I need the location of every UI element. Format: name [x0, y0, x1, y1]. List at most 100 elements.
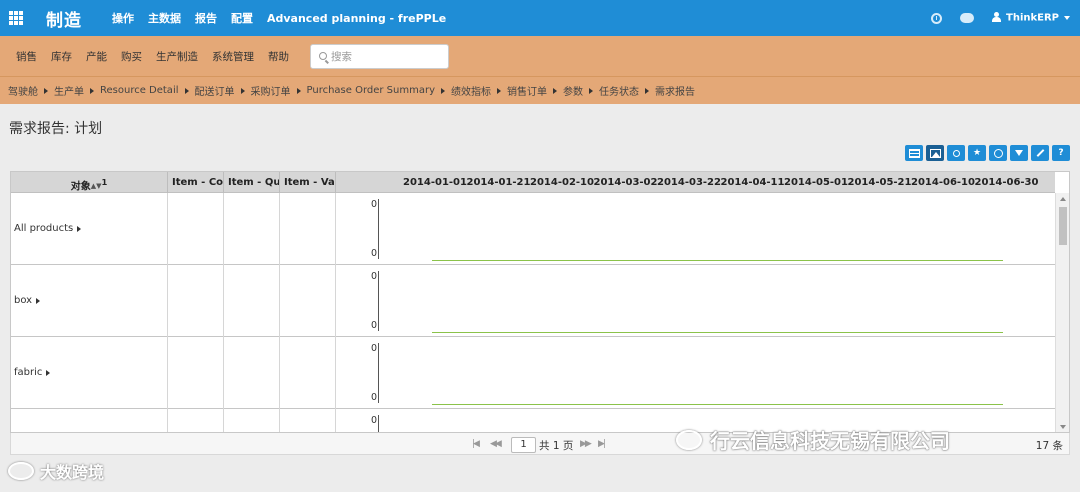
- record-count: 17 条: [1035, 440, 1063, 452]
- expand-caret-icon[interactable]: [36, 297, 41, 304]
- date-header: 2014-01-21: [466, 177, 531, 188]
- breadcrumb-item[interactable]: 采购订单: [251, 83, 291, 98]
- scroll-down-icon[interactable]: [1060, 425, 1066, 429]
- download-icon: [1015, 150, 1023, 156]
- help-button[interactable]: ?: [1052, 145, 1070, 161]
- row-label-text: fabric: [14, 367, 43, 378]
- breadcrumb-separator-icon: [553, 87, 558, 94]
- series-line: [432, 260, 1003, 261]
- column-header-item-cost[interactable]: Item - Cost: [168, 172, 224, 193]
- menu-item-purchase[interactable]: 购买: [121, 49, 142, 64]
- date-header: 2014-03-22: [657, 177, 721, 188]
- table-icon: [908, 148, 920, 158]
- grid-cell: [224, 265, 280, 337]
- grid-cell-object: [11, 409, 168, 432]
- wechat-icon: [676, 429, 702, 450]
- column-header-object-label: 对象: [70, 181, 91, 193]
- grid-cell: [168, 337, 224, 409]
- row-label[interactable]: box: [14, 295, 41, 306]
- grid-cell: [224, 409, 280, 432]
- menu-item-manufacturing[interactable]: 生产制造: [156, 49, 198, 64]
- graph-view-button[interactable]: [926, 145, 944, 161]
- expand-caret-icon[interactable]: [46, 369, 51, 376]
- table-view-button[interactable]: [905, 145, 923, 161]
- grid-cell: [280, 409, 336, 432]
- top-menu-reports[interactable]: 报告: [195, 10, 217, 26]
- breadcrumb-item[interactable]: Resource Detail: [100, 85, 179, 96]
- breadcrumb-separator-icon: [589, 87, 594, 94]
- date-header: 2014-06-10: [911, 177, 975, 188]
- filter-button[interactable]: [947, 145, 965, 161]
- top-right-area: ThinkERP: [931, 0, 1070, 36]
- chat-icon[interactable]: [960, 13, 974, 23]
- star-icon: ★: [972, 148, 982, 158]
- column-header-object[interactable]: 对象▲▼1: [11, 172, 168, 193]
- breadcrumb-item[interactable]: 驾驶舱: [8, 83, 38, 98]
- y-axis-min-label: 0: [371, 320, 378, 331]
- app-brand[interactable]: 制造: [46, 6, 82, 31]
- breadcrumb-separator-icon: [441, 87, 446, 94]
- breadcrumb-item[interactable]: Purchase Order Summary: [307, 85, 436, 96]
- report-toolbar: ★ ?: [905, 145, 1070, 161]
- top-navbar: 制造 操作 主数据 报告 配置 Advanced planning - freP…: [0, 0, 1080, 36]
- top-menu-master-data[interactable]: 主数据: [148, 10, 181, 26]
- grid-header: 对象▲▼1 Item - Cost Item - Quantity Item -…: [11, 172, 1055, 193]
- prev-page-icon[interactable]: ◀◀: [490, 439, 502, 449]
- breadcrumb-separator-icon: [184, 87, 189, 94]
- weibo-icon: [8, 462, 34, 480]
- menu-item-help[interactable]: 帮助: [268, 49, 289, 64]
- menu-item-inventory[interactable]: 库存: [51, 49, 72, 64]
- favorite-button[interactable]: ★: [968, 145, 986, 161]
- scroll-thumb[interactable]: [1059, 207, 1067, 245]
- breadcrumb-item[interactable]: 绩效指标: [451, 83, 491, 98]
- breadcrumb-item[interactable]: 配送订单: [195, 83, 235, 98]
- top-menu-operations[interactable]: 操作: [112, 10, 134, 26]
- y-axis-line: [378, 343, 379, 403]
- menu-item-capacity[interactable]: 产能: [86, 49, 107, 64]
- page-number-input[interactable]: 1: [511, 437, 536, 453]
- breadcrumb-item[interactable]: 参数: [563, 83, 583, 98]
- configure-button[interactable]: [1031, 145, 1049, 161]
- column-header-item-quantity[interactable]: Item - Quantity: [224, 172, 280, 193]
- breadcrumb-separator-icon: [90, 87, 94, 94]
- scroll-up-icon[interactable]: [1060, 197, 1066, 201]
- brand-watermark-text: 大数跨境: [40, 463, 105, 482]
- grid-cell: [280, 265, 336, 337]
- export-button[interactable]: [1010, 145, 1028, 161]
- grid-cell: [168, 409, 224, 432]
- menu-item-sales[interactable]: 销售: [16, 49, 37, 64]
- last-page-icon[interactable]: ▶|: [598, 439, 606, 449]
- next-page-icon[interactable]: ▶▶: [580, 439, 592, 449]
- search-placeholder: 搜索: [331, 50, 352, 63]
- question-icon: ?: [1058, 148, 1064, 158]
- breadcrumb-current[interactable]: 需求报告: [655, 83, 695, 98]
- breadcrumb-separator-icon: [240, 87, 245, 94]
- row-label[interactable]: fabric: [14, 367, 51, 378]
- app-menubar: 销售 库存 产能 购买 生产制造 系统管理 帮助 搜索: [0, 36, 1080, 76]
- date-header: 2014-05-21: [847, 177, 912, 188]
- time-buckets-button[interactable]: [989, 145, 1007, 161]
- menu-item-admin[interactable]: 系统管理: [212, 49, 254, 64]
- y-axis-line: [378, 271, 379, 331]
- y-axis-min-label: 0: [371, 392, 378, 403]
- company-watermark: 行云信息科技无锡有限公司: [676, 425, 950, 454]
- first-page-icon[interactable]: |◀: [472, 439, 480, 449]
- clock-icon[interactable]: [931, 12, 942, 24]
- y-axis-min-label: 0: [371, 248, 378, 259]
- breadcrumb-separator-icon: [497, 87, 502, 94]
- breadcrumb-item[interactable]: 生产单: [54, 83, 84, 98]
- sort-icon: ▲▼: [90, 181, 102, 190]
- top-menu-advanced-planning[interactable]: Advanced planning - frePPLe: [267, 12, 446, 25]
- breadcrumb-item[interactable]: 任务状态: [599, 83, 639, 98]
- column-header-item-value[interactable]: Item - Value: [280, 172, 336, 193]
- expand-caret-icon[interactable]: [77, 225, 82, 232]
- row-label[interactable]: All products: [14, 223, 82, 234]
- search-input[interactable]: 搜索: [310, 43, 449, 69]
- vertical-scrollbar[interactable]: [1055, 193, 1069, 432]
- apps-grid-icon[interactable]: [1, 0, 31, 36]
- user-menu[interactable]: ThinkERP: [992, 12, 1070, 24]
- top-menu-configuration[interactable]: 配置: [231, 10, 253, 26]
- breadcrumb-item[interactable]: 销售订单: [507, 83, 547, 98]
- date-header: 2014-05-01: [784, 177, 848, 188]
- user-icon: [992, 12, 1001, 23]
